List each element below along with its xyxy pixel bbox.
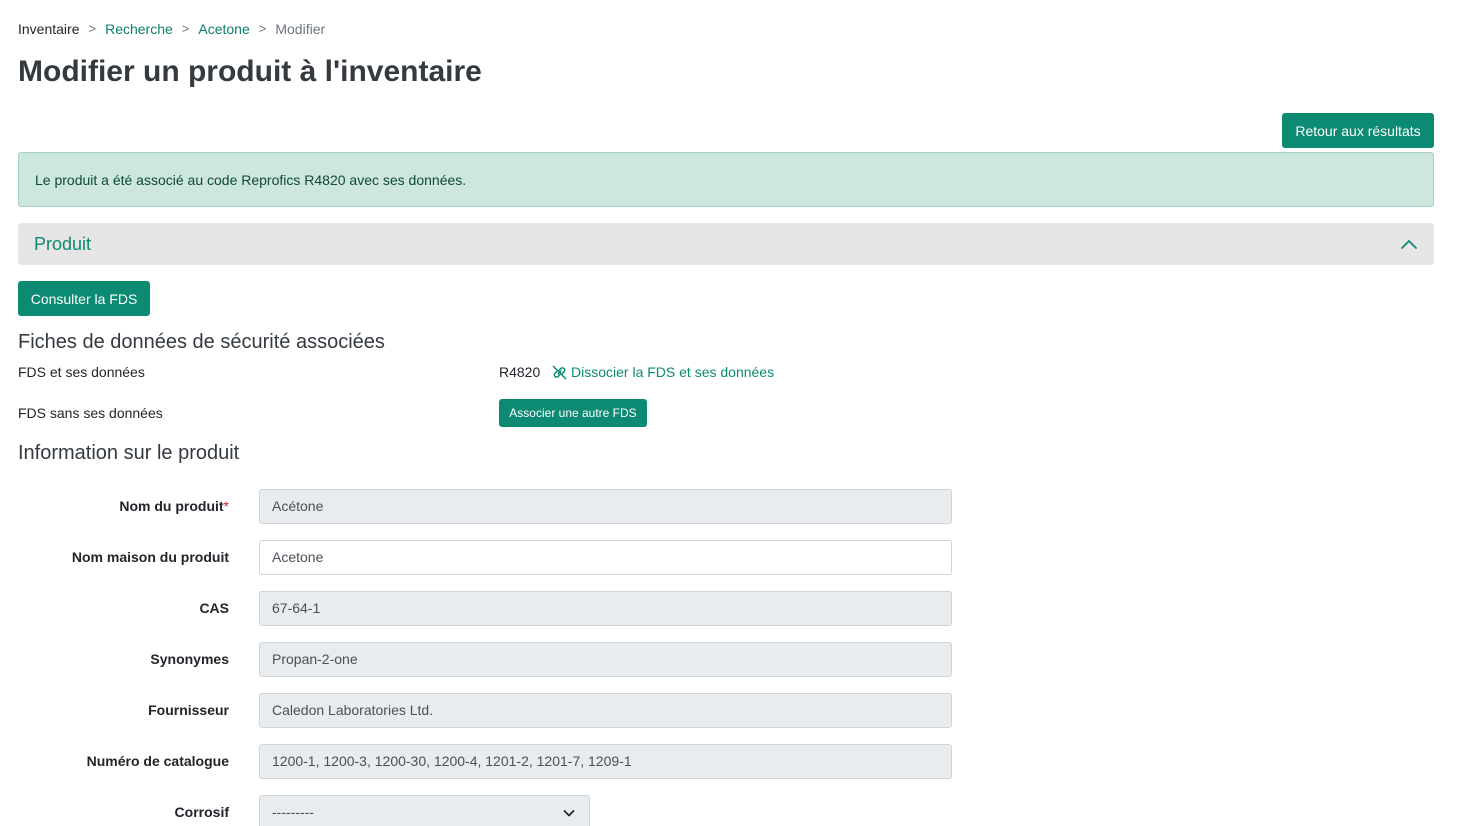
breadcrumb-separator: > bbox=[88, 21, 97, 36]
breadcrumb-separator: > bbox=[181, 21, 190, 36]
sds-code: R4820 bbox=[499, 364, 541, 380]
house-name-input[interactable]: Acetone bbox=[259, 540, 952, 575]
unlink-icon bbox=[552, 365, 567, 379]
breadcrumb-link-recherche[interactable]: Recherche bbox=[105, 20, 173, 38]
supplier-field[interactable]: Caledon Laboratories Ltd. bbox=[259, 693, 952, 728]
breadcrumb-root: Inventaire bbox=[18, 21, 80, 37]
consult-sds-button[interactable]: Consulter la FDS bbox=[18, 281, 150, 316]
required-mark: * bbox=[223, 498, 229, 514]
breadcrumb-link-acetone[interactable]: Acetone bbox=[198, 20, 249, 38]
product-name-label-text: Nom du produit bbox=[119, 498, 224, 514]
corrosive-select[interactable]: --------- bbox=[259, 795, 590, 826]
chevron-down-icon bbox=[563, 810, 575, 817]
dissociate-sds-label: Dissocier la FDS et ses données bbox=[571, 364, 775, 380]
product-section-header[interactable]: Produit bbox=[18, 223, 1434, 265]
success-alert: Le produit a été associé au code Reprofi… bbox=[18, 152, 1434, 207]
corrosive-select-value: --------- bbox=[272, 804, 314, 820]
catalog-number-label: Numéro de catalogue bbox=[86, 753, 229, 769]
synonyms-field[interactable]: Propan-2-one bbox=[259, 642, 952, 677]
page: Inventaire > Recherche > Acetone > Modif… bbox=[0, 0, 1462, 826]
page-title: Modifier un produit à l'inventaire bbox=[18, 55, 482, 88]
synonyms-label: Synonymes bbox=[150, 651, 229, 667]
product-name-label: Nom du produit* bbox=[119, 497, 229, 515]
house-name-label: Nom maison du produit bbox=[71, 549, 229, 565]
breadcrumb-current: Modifier bbox=[275, 21, 326, 37]
back-to-results-button[interactable]: Retour aux résultats bbox=[1282, 113, 1434, 148]
associate-sds-button[interactable]: Associer une autre FDS bbox=[499, 399, 647, 427]
cas-field[interactable]: 67-64-1 bbox=[259, 591, 952, 626]
cas-label: CAS bbox=[199, 600, 229, 616]
breadcrumb: Inventaire > Recherche > Acetone > Modif… bbox=[18, 20, 325, 38]
breadcrumb-separator: > bbox=[258, 21, 267, 36]
sds-section-title: Fiches de données de sécurité associées bbox=[18, 331, 385, 353]
corrosive-label: Corrosif bbox=[174, 804, 229, 820]
catalog-number-field[interactable]: 1200-1, 1200-3, 1200-30, 1200-4, 1201-2,… bbox=[259, 744, 952, 779]
chevron-up-icon bbox=[1401, 240, 1417, 249]
section-title: Produit bbox=[34, 234, 92, 254]
product-info-title: Information sur le produit bbox=[18, 442, 240, 464]
dissociate-sds-link[interactable]: Dissocier la FDS et ses données bbox=[552, 363, 774, 381]
sds-without-data-label: FDS sans ses données bbox=[18, 405, 163, 421]
supplier-label: Fournisseur bbox=[148, 702, 229, 718]
sds-with-data-label: FDS et ses données bbox=[18, 364, 145, 380]
product-name-field[interactable]: Acétone bbox=[259, 489, 952, 524]
